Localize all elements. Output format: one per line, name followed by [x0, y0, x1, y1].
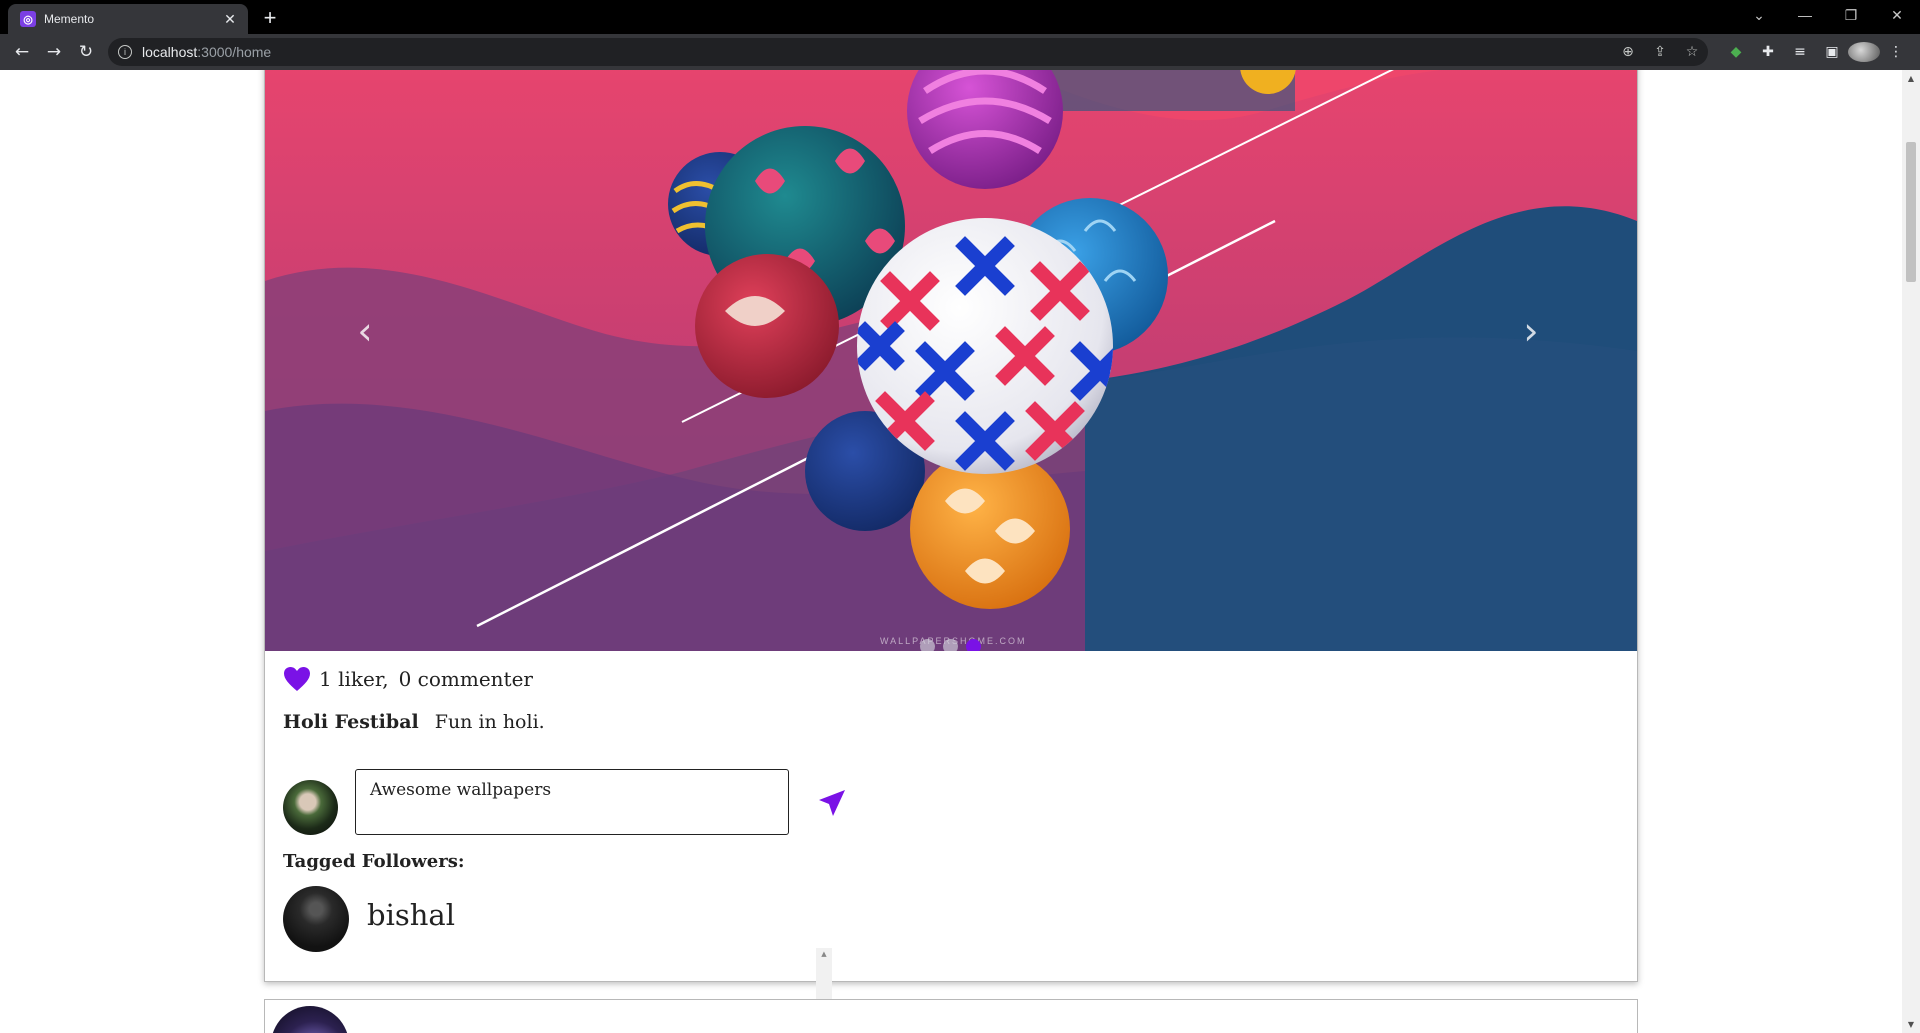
reload-icon[interactable]: ↻ [74, 40, 98, 64]
site-info-icon[interactable]: i [118, 45, 132, 59]
back-arrow-icon[interactable]: ← [10, 40, 34, 64]
post-description: Fun in holi. [434, 711, 545, 733]
avatar[interactable] [271, 1006, 349, 1033]
tab-bar: ◎ Memento ✕ + ⌄ — ❐ ✕ [0, 0, 1920, 34]
page-viewport: ‹ › WALLPAPERSHOME.COM 1 liker, 0 commen… [0, 70, 1902, 1033]
tagged-followers-list: bishal [283, 886, 831, 970]
chevron-right-icon[interactable]: › [1511, 301, 1551, 361]
page-scrollbar[interactable]: ▲ ▼ [1902, 70, 1920, 1033]
browser-toolbar: ← → ↻ i localhost:3000/home ⊕ ⇪ ☆ ◆ ✚ ≡ … [0, 34, 1920, 70]
tab-title: Memento [44, 12, 95, 26]
browser-tab[interactable]: ◎ Memento ✕ [8, 4, 248, 34]
extensions-puzzle-icon[interactable]: ✚ [1752, 40, 1784, 64]
carousel-dot[interactable] [920, 639, 935, 651]
tagged-follower-name[interactable]: bishal [367, 898, 455, 932]
media-control-icon[interactable]: ≡ [1784, 40, 1816, 64]
side-panel-icon[interactable]: ▣ [1816, 40, 1848, 64]
carousel-indicators [920, 639, 981, 651]
chevron-left-icon[interactable]: ‹ [345, 301, 385, 361]
scrollbar-thumb[interactable] [1906, 142, 1916, 282]
comments-count[interactable]: 0 commenter [399, 667, 533, 691]
extension-icon[interactable]: ◆ [1720, 40, 1752, 64]
post-card: ‹ › WALLPAPERSHOME.COM 1 liker, 0 commen… [264, 70, 1638, 982]
heart-icon[interactable] [283, 666, 311, 692]
image-carousel[interactable]: ‹ › WALLPAPERSHOME.COM [265, 70, 1637, 651]
address-bar[interactable]: i localhost:3000/home ⊕ ⇪ ☆ [108, 38, 1708, 66]
menu-kebab-icon[interactable]: ⋮ [1880, 40, 1912, 64]
tab-search-icon[interactable]: ⌄ [1736, 0, 1782, 30]
carousel-dot-active[interactable] [966, 639, 981, 651]
minimize-button[interactable]: — [1782, 0, 1828, 30]
carousel-dot[interactable] [943, 639, 958, 651]
close-window-button[interactable]: ✕ [1874, 0, 1920, 30]
likes-count[interactable]: 1 liker, [319, 667, 389, 691]
url-text: localhost:3000/home [142, 44, 272, 60]
post-title: Holi Festibal [283, 711, 419, 733]
restore-button[interactable]: ❐ [1828, 0, 1874, 30]
carousel-image [265, 70, 1637, 651]
comment-input[interactable]: Awesome wallpapers [355, 769, 789, 835]
new-tab-button[interactable]: + [258, 6, 282, 30]
post-stats: 1 liker, 0 commenter [283, 666, 533, 692]
avatar[interactable] [283, 886, 349, 952]
share-icon[interactable]: ⇪ [1644, 38, 1676, 66]
post-caption: Holi Festibal Fun in holi. [283, 711, 545, 733]
avatar [283, 780, 338, 835]
post-card [264, 999, 1638, 1033]
zoom-icon[interactable]: ⊕ [1612, 38, 1644, 66]
profile-avatar[interactable] [1848, 40, 1880, 64]
send-icon[interactable] [817, 788, 847, 818]
forward-arrow-icon[interactable]: → [42, 40, 66, 64]
memento-favicon-icon: ◎ [20, 11, 36, 27]
bookmark-star-icon[interactable]: ☆ [1676, 38, 1708, 66]
tab-close-icon[interactable]: ✕ [220, 11, 240, 28]
tagged-followers-heading: Tagged Followers: [283, 851, 465, 872]
